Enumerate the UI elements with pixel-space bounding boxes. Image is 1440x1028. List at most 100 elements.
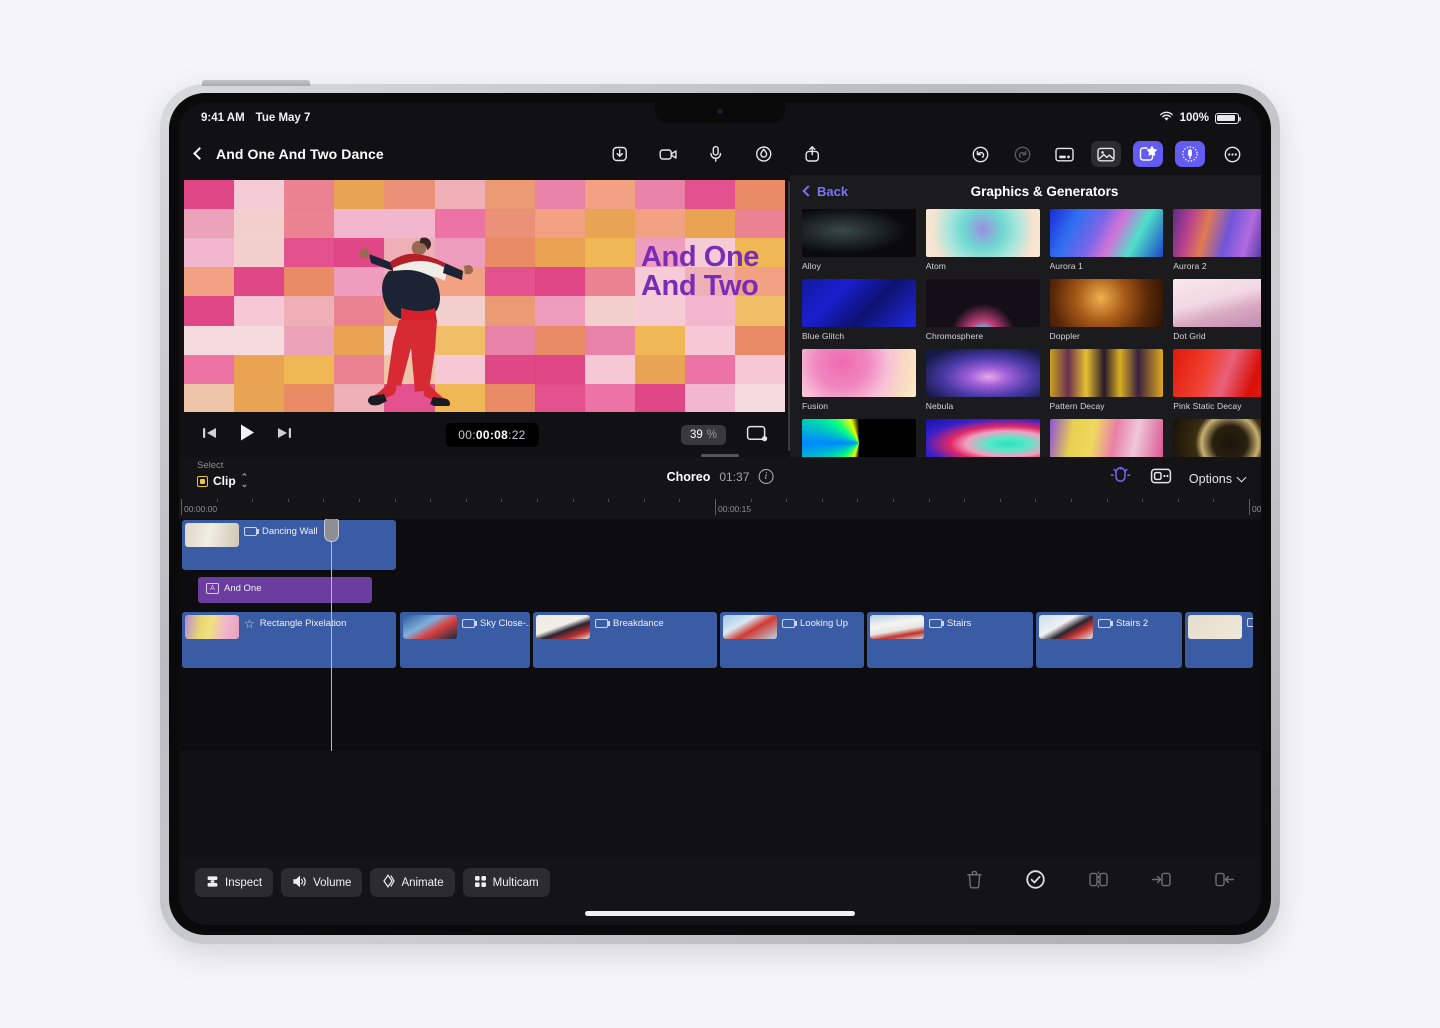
play-icon[interactable] <box>238 423 256 447</box>
video-camera-icon[interactable] <box>657 143 679 165</box>
magic-enhance-icon[interactable] <box>753 143 775 165</box>
speaker-icon <box>292 875 307 891</box>
generator-item[interactable]: Radiance <box>925 419 1040 457</box>
generator-thumbnail[interactable] <box>1173 209 1261 257</box>
storyboard-icon[interactable] <box>1149 466 1173 491</box>
options-label: Options <box>1188 471 1232 486</box>
bottom-action-buttons: Inspect Volume Animate Multicam <box>195 868 550 897</box>
selection-mode-control[interactable]: Select Clip ⌃ ⌄ <box>197 460 249 489</box>
generator-thumbnail[interactable] <box>1049 419 1164 457</box>
more-icon[interactable] <box>1217 141 1247 167</box>
generator-item[interactable]: Rectangle Pixelation <box>1049 419 1164 457</box>
generator-item[interactable]: Chromosphere <box>925 279 1040 341</box>
timeline-clip[interactable]: Looking Up <box>719 611 865 669</box>
generator-item[interactable]: Atom <box>925 209 1040 271</box>
clip-label: Breakdance <box>595 618 664 629</box>
video-title-overlay: And One And Two <box>641 243 759 300</box>
generator-thumbnail[interactable] <box>802 419 916 457</box>
timeline-clip[interactable]: ☆ Rectangle Pixelation <box>181 611 397 669</box>
generator-thumbnail[interactable] <box>925 349 1040 397</box>
generator-item[interactable]: Fusion <box>802 349 916 411</box>
timeline-ruler[interactable]: 00:00:0000:00:1500:00:3000:00:4500:0 <box>179 497 1261 519</box>
trash-icon[interactable] <box>966 870 983 894</box>
generator-item[interactable]: Blue Glitch <box>802 279 916 341</box>
picture-in-picture-icon[interactable] <box>746 424 768 447</box>
timeline-resize-grabber[interactable] <box>701 454 739 457</box>
back-chevron-icon[interactable] <box>193 145 206 163</box>
insert-right-icon[interactable] <box>1214 870 1235 894</box>
film-icon <box>1098 619 1113 628</box>
skip-back-icon[interactable] <box>201 426 218 445</box>
generator-thumbnail[interactable] <box>802 209 916 257</box>
undo-icon[interactable] <box>965 141 995 167</box>
generator-item[interactable]: Pink Static Decay <box>1173 349 1261 411</box>
zoom-level-chip[interactable]: 39% <box>680 425 726 445</box>
generator-item[interactable]: Dot Grid <box>1173 279 1261 341</box>
timeline-clip[interactable]: Dancing Wall <box>181 519 397 571</box>
generator-label: Blue Glitch <box>802 331 845 341</box>
generator-thumbnail[interactable] <box>925 279 1040 327</box>
titles-icon[interactable] <box>1049 141 1079 167</box>
timeline-clip[interactable]: Stairs 2 <box>1035 611 1183 669</box>
audio-icon[interactable] <box>1175 141 1205 167</box>
film-icon <box>244 527 259 536</box>
graphics-icon[interactable] <box>1133 141 1163 167</box>
info-icon[interactable]: i <box>758 469 774 484</box>
generator-thumbnail[interactable] <box>1173 419 1261 457</box>
timeline-header-actions: Options <box>1108 466 1247 491</box>
generator-item[interactable]: Aurora 2 <box>1173 209 1261 271</box>
playback-controls: 00:00:08:22 39% <box>179 415 790 455</box>
playhead-handle[interactable] <box>324 519 339 542</box>
film-icon <box>1247 618 1253 627</box>
generator-item[interactable]: Nebula <box>925 349 1040 411</box>
split-clip-icon[interactable] <box>1088 870 1109 894</box>
generator-item[interactable]: Aurora 1 <box>1049 209 1164 271</box>
timeline-clip[interactable]: A And One <box>197 576 373 604</box>
generator-thumbnail[interactable] <box>925 209 1040 257</box>
playhead[interactable] <box>324 519 339 751</box>
generator-item[interactable]: Ripple <box>1173 419 1261 457</box>
multicam-button[interactable]: Multicam <box>462 868 550 897</box>
home-indicator[interactable] <box>585 911 855 916</box>
clip-selection-icon <box>197 475 208 487</box>
checkmark-circle-icon[interactable] <box>1025 869 1046 895</box>
volume-button[interactable]: Volume <box>281 868 363 897</box>
clip-thumbnail <box>723 615 777 639</box>
generator-item[interactable]: Alloy <box>802 209 916 271</box>
magnetic-timeline-icon[interactable] <box>1108 466 1133 491</box>
animate-button[interactable]: Animate <box>370 868 455 897</box>
generator-thumbnail[interactable] <box>1049 279 1164 327</box>
microphone-icon[interactable] <box>705 143 727 165</box>
generator-thumbnail[interactable] <box>802 349 916 397</box>
insert-left-icon[interactable] <box>1151 870 1172 894</box>
ruler-minor-tick <box>1106 499 1108 502</box>
timeline-clip[interactable]: Sky Close-... <box>399 611 531 669</box>
photos-icon[interactable] <box>1091 141 1121 167</box>
generator-item[interactable]: Pattern Decay <box>1049 349 1164 411</box>
generator-label: Nebula <box>925 401 954 411</box>
timeline-clip[interactable]: Stairs <box>866 611 1034 669</box>
share-icon[interactable] <box>801 143 823 165</box>
skip-forward-icon[interactable] <box>276 426 293 445</box>
timeline-clip[interactable] <box>1184 611 1254 669</box>
options-button[interactable]: Options <box>1188 471 1247 486</box>
generator-item[interactable]: Doppler <box>1049 279 1164 341</box>
timecode-display[interactable]: 00:00:08:22 <box>445 423 539 447</box>
video-preview[interactable]: And One And Two <box>184 180 785 412</box>
generator-item[interactable]: Prism <box>802 419 916 457</box>
import-icon[interactable] <box>609 143 631 165</box>
generator-thumbnail[interactable] <box>802 279 916 327</box>
chevron-updown-icon: ⌃ ⌄ <box>240 472 249 489</box>
video-title-line2: And Two <box>640 269 759 302</box>
project-title: And One And Two Dance <box>216 146 384 162</box>
generator-thumbnail[interactable] <box>1049 349 1164 397</box>
generator-thumbnail[interactable] <box>1173 279 1261 327</box>
inspect-button[interactable]: Inspect <box>195 868 274 897</box>
generator-thumbnail[interactable] <box>1049 209 1164 257</box>
generator-thumbnail[interactable] <box>1173 349 1261 397</box>
timeline-tracks: Dancing Wall A And One ☆ Rectangle Pixelati… <box>179 519 1261 751</box>
browser-back-button[interactable]: Back <box>802 184 848 199</box>
generator-thumbnail[interactable] <box>925 419 1040 457</box>
timeline-clip[interactable]: Breakdance <box>532 611 718 669</box>
film-icon <box>462 619 477 628</box>
